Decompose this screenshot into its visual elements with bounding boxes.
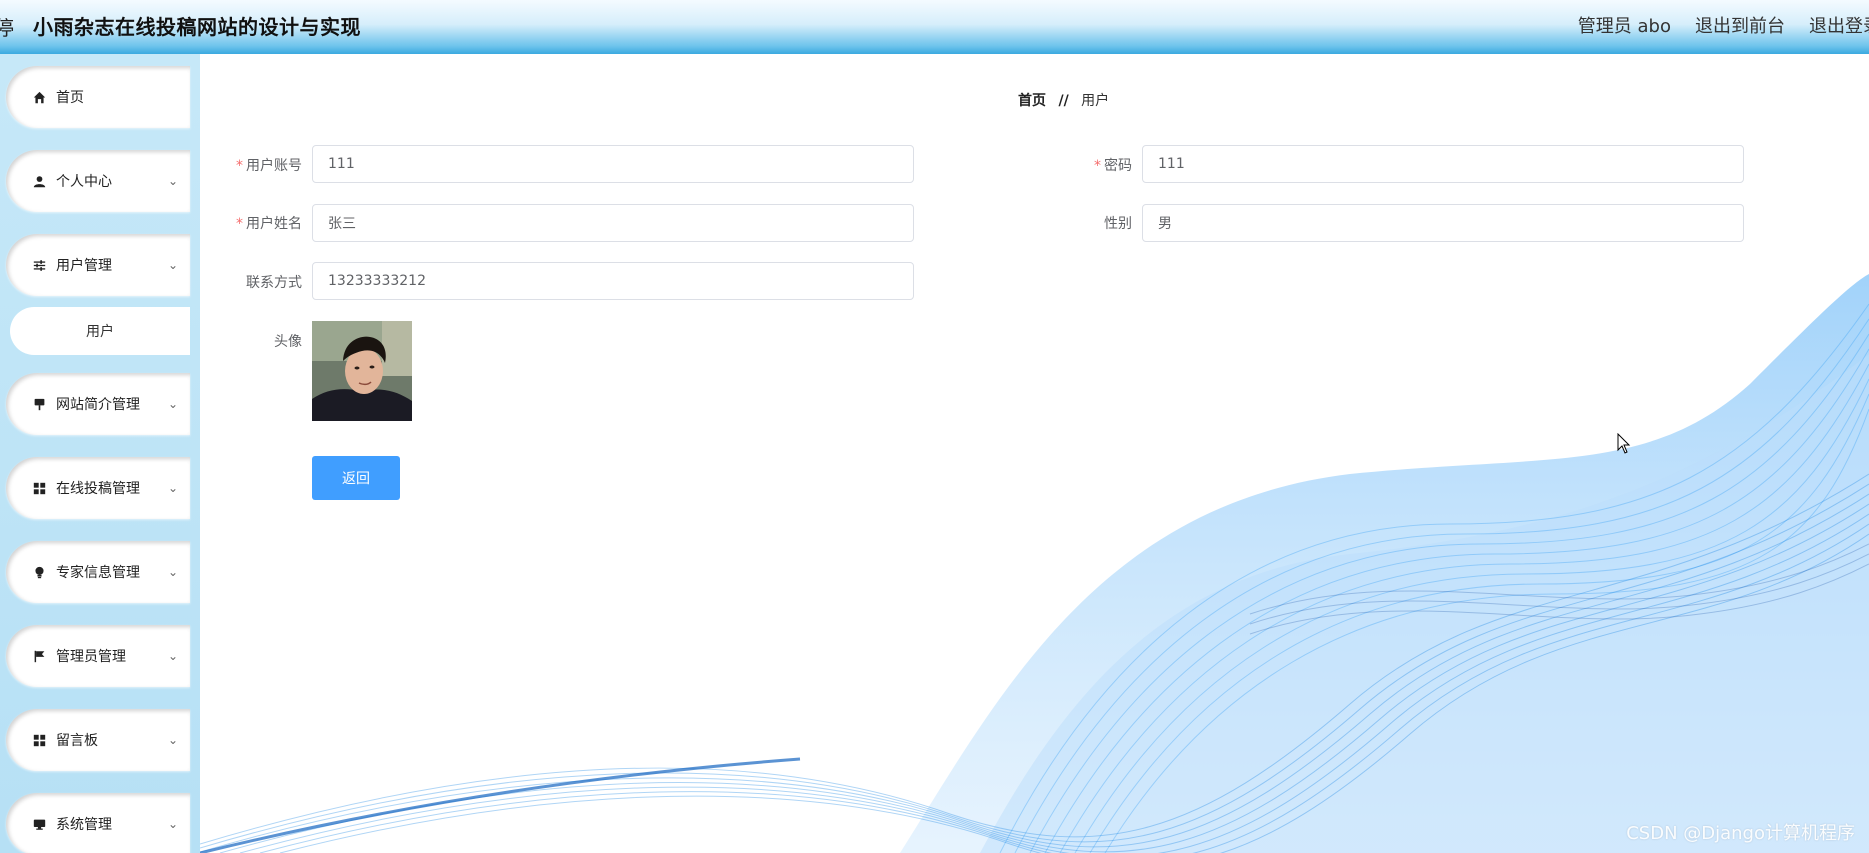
sidebar-item-label: 专家信息管理 bbox=[56, 565, 140, 581]
sidebar-item-online-submission[interactable]: 在线投稿管理 ⌄ bbox=[6, 457, 190, 519]
sidebar-item-expert-info[interactable]: 专家信息管理 ⌄ bbox=[6, 541, 190, 603]
name-field[interactable]: 张三 bbox=[312, 204, 914, 242]
chevron-down-icon: ⌄ bbox=[167, 258, 178, 272]
breadcrumb: 首页 // 用户 bbox=[1018, 90, 1109, 110]
app-title: 小雨杂志在线投稿网站的设计与实现 bbox=[33, 15, 361, 39]
grid-icon bbox=[32, 481, 46, 495]
breadcrumb-separator: // bbox=[1058, 93, 1069, 109]
name-label: * 用户姓名 bbox=[212, 213, 302, 233]
avatar bbox=[312, 321, 412, 421]
password-field[interactable]: 111 bbox=[1142, 145, 1744, 183]
required-mark: * bbox=[1094, 158, 1101, 174]
home-icon bbox=[32, 90, 46, 104]
sidebar-item-home[interactable]: 首页 bbox=[6, 66, 190, 128]
sidebar-item-label: 在线投稿管理 bbox=[56, 481, 140, 497]
sidebar-item-label: 网站简介管理 bbox=[56, 397, 140, 413]
password-label: * 密码 bbox=[1042, 155, 1132, 175]
phone-field[interactable]: 13233333212 bbox=[312, 262, 914, 300]
sidebar-item-message-board[interactable]: 留言板 ⌄ bbox=[6, 709, 190, 771]
sidebar-item-admin-management[interactable]: 管理员管理 ⌄ bbox=[6, 625, 190, 687]
sidebar-item-label: 个人中心 bbox=[56, 174, 112, 190]
password-label-text: 密码 bbox=[1104, 158, 1132, 174]
flag-icon bbox=[32, 649, 46, 663]
sidebar-item-site-intro[interactable]: 网站简介管理 ⌄ bbox=[6, 373, 190, 435]
sidebar-item-label: 系统管理 bbox=[56, 817, 112, 833]
sidebar-item-personal-center[interactable]: 个人中心 ⌄ bbox=[6, 150, 190, 212]
required-mark: * bbox=[236, 158, 243, 174]
chevron-down-icon: ⌄ bbox=[167, 397, 178, 411]
account-label: * 用户账号 bbox=[212, 155, 302, 175]
name-label-text: 用户姓名 bbox=[246, 216, 302, 232]
sidebar-item-label: 管理员管理 bbox=[56, 649, 126, 665]
monitor-icon bbox=[32, 817, 46, 831]
chevron-down-icon: ⌄ bbox=[167, 174, 178, 188]
back-button[interactable]: 返回 bbox=[312, 456, 400, 500]
bulb-icon bbox=[32, 565, 46, 579]
sidebar-item-label: 留言板 bbox=[56, 733, 98, 749]
sidebar-subitem-user[interactable]: 用户 bbox=[10, 307, 190, 355]
phone-label: 联系方式 bbox=[246, 275, 302, 291]
gender-label: 性别 bbox=[1104, 216, 1132, 232]
breadcrumb-current: 用户 bbox=[1081, 93, 1110, 109]
mouse-cursor-icon bbox=[1617, 433, 1631, 454]
required-mark: * bbox=[236, 216, 243, 232]
csdn-watermark: CSDN @Django计算机程序 bbox=[1626, 823, 1855, 844]
person-icon bbox=[32, 174, 46, 188]
chevron-down-icon: ⌄ bbox=[167, 817, 178, 831]
sidebar-item-system-management[interactable]: 系统管理 ⌄ bbox=[6, 793, 190, 853]
grid-icon bbox=[32, 733, 46, 747]
sidebar-item-label: 用户管理 bbox=[56, 258, 112, 274]
top-header: 停 小雨杂志在线投稿网站的设计与实现 管理员 abo 退出到前台 退出登录 bbox=[0, 0, 1869, 54]
logout-link[interactable]: 退出登录 bbox=[1809, 12, 1869, 38]
sidebar-item-user-management[interactable]: 用户管理 ⌄ bbox=[6, 234, 190, 296]
header-left-glyph: 停 bbox=[0, 16, 14, 40]
chevron-down-icon: ⌄ bbox=[167, 649, 178, 663]
gender-field[interactable]: 男 bbox=[1142, 204, 1744, 242]
account-field[interactable]: 111 bbox=[312, 145, 914, 183]
chevron-down-icon: ⌄ bbox=[167, 481, 178, 495]
breadcrumb-home[interactable]: 首页 bbox=[1018, 93, 1046, 109]
avatar-label: 头像 bbox=[274, 334, 302, 350]
exit-to-frontend-link[interactable]: 退出到前台 bbox=[1695, 12, 1785, 38]
pin-icon bbox=[32, 397, 46, 411]
sidebar: 首页 个人中心 ⌄ 用户管理 ⌄ 用户 网站简介管理 ⌄ 在线投稿管理 ⌄ 专家… bbox=[0, 54, 200, 853]
sliders-icon bbox=[32, 258, 46, 272]
chevron-down-icon: ⌄ bbox=[167, 565, 178, 579]
current-user-label: 管理员 abo bbox=[1577, 16, 1671, 37]
sidebar-item-label: 首页 bbox=[56, 90, 84, 106]
account-label-text: 用户账号 bbox=[246, 158, 302, 174]
header-actions: 管理员 abo 退出到前台 退出登录 bbox=[1578, 12, 1869, 38]
chevron-down-icon: ⌄ bbox=[167, 733, 178, 747]
